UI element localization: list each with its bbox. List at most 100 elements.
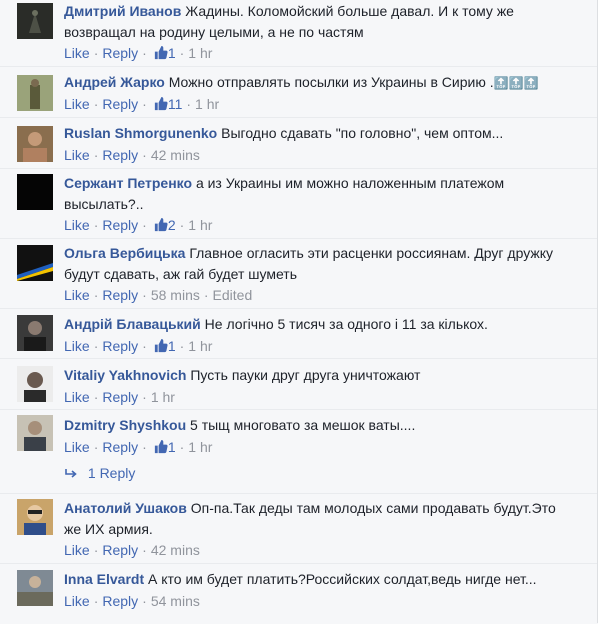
comment: Сержант Петренко а из Украины им можно н… bbox=[0, 168, 598, 239]
reply-button[interactable]: Reply bbox=[102, 287, 138, 303]
comment: Андрей Жарко Можно отправлять посылки из… bbox=[0, 66, 598, 119]
timestamp[interactable]: 1 hr bbox=[151, 389, 175, 405]
thumbs-up-icon bbox=[153, 217, 168, 235]
avatar[interactable] bbox=[17, 570, 53, 606]
like-count[interactable]: 1 bbox=[168, 45, 176, 61]
comment-body: Inna Elvardt А кто им будет платить?Росс… bbox=[64, 569, 574, 590]
comment-body: Андрей Жарко Можно отправлять посылки из… bbox=[64, 72, 574, 94]
comment-actions: Like · Reply · 1 · 1 hr bbox=[64, 439, 213, 457]
reply-button[interactable]: Reply bbox=[102, 338, 138, 354]
like-count[interactable]: 1 bbox=[168, 338, 176, 354]
avatar[interactable] bbox=[17, 75, 53, 111]
reply-button[interactable]: Reply bbox=[102, 96, 138, 112]
reply-button[interactable]: Reply bbox=[102, 542, 138, 558]
timestamp[interactable]: 1 hr bbox=[188, 217, 212, 233]
comment-body: Ruslan Shmorgunenko Выгодно сдавать "по … bbox=[64, 123, 574, 144]
comment: Ruslan Shmorgunenko Выгодно сдавать "по … bbox=[0, 117, 598, 168]
comment-author[interactable]: Андрей Жарко bbox=[64, 74, 165, 90]
like-button[interactable]: Like bbox=[64, 96, 90, 112]
comment-actions: Like · Reply · 42 mins bbox=[64, 147, 200, 163]
comment: Дмитрий Иванов Жадины. Коломойский больш… bbox=[0, 0, 598, 68]
comment-author[interactable]: Сержант Петренко bbox=[64, 175, 192, 191]
reply-button[interactable]: Reply bbox=[102, 439, 138, 455]
avatar[interactable] bbox=[17, 174, 53, 210]
comment: Анатолий Ушаков Оп-па.Так деды там молод… bbox=[0, 493, 598, 564]
timestamp[interactable]: 1 hr bbox=[195, 96, 219, 112]
like-button[interactable]: Like bbox=[64, 45, 90, 61]
comment: Dzmitry Shyshkou 5 тыщ многовато за мешо… bbox=[0, 409, 598, 494]
comment-text: 5 тыщ многовато за мешок ваты.... bbox=[190, 417, 416, 433]
like-count[interactable]: 1 bbox=[168, 439, 176, 455]
like-button[interactable]: Like bbox=[64, 542, 90, 558]
comment-text: Можно отправлять посылки из Украины в Си… bbox=[168, 74, 494, 90]
reply-button[interactable]: Reply bbox=[102, 147, 138, 163]
like-button[interactable]: Like bbox=[64, 593, 90, 609]
comment-actions: Like · Reply · 54 mins bbox=[64, 593, 200, 609]
comment-actions: Like · Reply · 2 · 1 hr bbox=[64, 217, 213, 235]
comment-text: Не логічно 5 тисяч за одного і 11 за кіл… bbox=[204, 316, 488, 332]
reply-button[interactable]: Reply bbox=[102, 593, 138, 609]
comment-author[interactable]: Андрій Блавацький bbox=[64, 316, 201, 332]
avatar[interactable] bbox=[17, 126, 53, 162]
comment-body: Vitaliy Yakhnovich Пусть пауки друг друг… bbox=[64, 365, 574, 386]
comment-actions: Like · Reply · 1 · 1 hr bbox=[64, 338, 213, 356]
like-count[interactable]: 2 bbox=[168, 217, 176, 233]
comment: Vitaliy Yakhnovich Пусть пауки друг друг… bbox=[0, 358, 598, 411]
comment-author[interactable]: Inna Elvardt bbox=[64, 571, 144, 587]
comment-body: Сержант Петренко а из Украины им можно н… bbox=[64, 173, 574, 215]
comment-text: Выгодно сдавать "по головно", чем оптом.… bbox=[221, 125, 504, 141]
timestamp[interactable]: 1 hr bbox=[188, 45, 212, 61]
reply-arrow-icon bbox=[65, 469, 77, 478]
thumbs-up-icon bbox=[153, 439, 168, 457]
avatar[interactable] bbox=[17, 499, 53, 535]
top-emoji: 🔝🔝🔝 bbox=[493, 76, 539, 90]
like-button[interactable]: Like bbox=[64, 147, 90, 163]
comment-text: Пусть пауки друг друга уничтожают bbox=[190, 367, 421, 383]
comment-body: Дмитрий Иванов Жадины. Коломойский больш… bbox=[64, 1, 574, 43]
comment-author[interactable]: Ruslan Shmorgunenko bbox=[64, 125, 217, 141]
timestamp[interactable]: 58 mins bbox=[151, 287, 200, 303]
comment: Андрій Блавацький Не логічно 5 тисяч за … bbox=[0, 308, 598, 359]
avatar[interactable] bbox=[17, 315, 53, 351]
avatar[interactable] bbox=[17, 3, 53, 39]
like-button[interactable]: Like bbox=[64, 338, 90, 354]
timestamp[interactable]: 42 mins bbox=[151, 147, 200, 163]
comment-body: Андрій Блавацький Не логічно 5 тисяч за … bbox=[64, 314, 574, 335]
thumbs-up-icon bbox=[153, 45, 168, 63]
comment-body: Анатолий Ушаков Оп-па.Так деды там молод… bbox=[64, 498, 574, 540]
comment-text: А кто им будет платить?Российских солдат… bbox=[148, 571, 537, 587]
comment-actions: Like · Reply · 42 mins bbox=[64, 542, 200, 558]
comment-actions: Like · Reply · 1 · 1 hr bbox=[64, 45, 213, 63]
comment-list: Дмитрий Иванов Жадины. Коломойский больш… bbox=[0, 0, 598, 623]
reply-button[interactable]: Reply bbox=[102, 389, 138, 405]
comment-author[interactable]: Dzmitry Shyshkou bbox=[64, 417, 186, 433]
comment-actions: Like · Reply · 1 hr bbox=[64, 389, 175, 405]
timestamp[interactable]: 54 mins bbox=[151, 593, 200, 609]
comment-body: Dzmitry Shyshkou 5 тыщ многовато за мешо… bbox=[64, 415, 574, 436]
comment-author[interactable]: Дмитрий Иванов bbox=[64, 3, 181, 19]
comment-author[interactable]: Ольга Вербицька bbox=[64, 245, 185, 261]
like-button[interactable]: Like bbox=[64, 217, 90, 233]
comment: Ольга Вербицька Главное огласить эти рас… bbox=[0, 238, 598, 309]
comment-body: Ольга Вербицька Главное огласить эти рас… bbox=[64, 243, 574, 285]
timestamp[interactable]: 1 hr bbox=[188, 338, 212, 354]
thumbs-up-icon bbox=[153, 338, 168, 356]
like-button[interactable]: Like bbox=[64, 287, 90, 303]
thumbs-up-icon bbox=[153, 96, 168, 114]
comment-author[interactable]: Анатолий Ушаков bbox=[64, 500, 187, 516]
avatar[interactable] bbox=[17, 245, 53, 281]
avatar[interactable] bbox=[17, 415, 53, 451]
replies-count[interactable]: 1 Reply bbox=[88, 465, 135, 481]
view-replies-link[interactable]: 1 Reply bbox=[64, 465, 135, 481]
reply-button[interactable]: Reply bbox=[102, 45, 138, 61]
like-count[interactable]: 11 bbox=[168, 96, 183, 112]
like-button[interactable]: Like bbox=[64, 389, 90, 405]
reply-button[interactable]: Reply bbox=[102, 217, 138, 233]
comment: Inna Elvardt А кто им будет платить?Росс… bbox=[0, 563, 598, 624]
timestamp[interactable]: 42 mins bbox=[151, 542, 200, 558]
edited-label[interactable]: Edited bbox=[213, 287, 253, 303]
comment-author[interactable]: Vitaliy Yakhnovich bbox=[64, 367, 186, 383]
like-button[interactable]: Like bbox=[64, 439, 90, 455]
timestamp[interactable]: 1 hr bbox=[188, 439, 212, 455]
avatar[interactable] bbox=[17, 366, 53, 402]
